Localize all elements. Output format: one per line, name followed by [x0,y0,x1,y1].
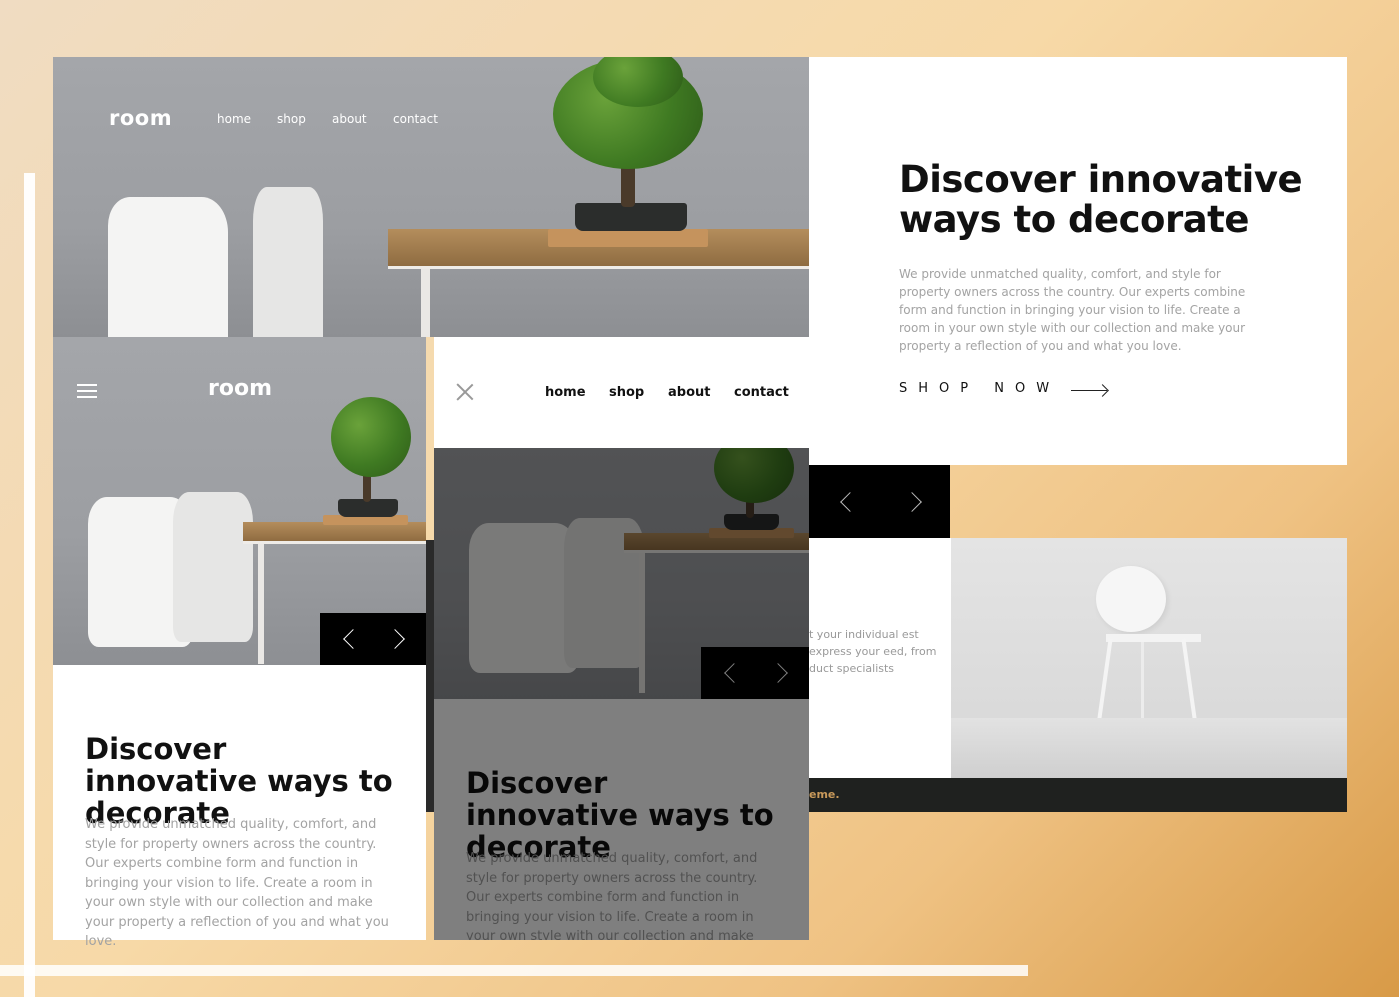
arrow-right-icon[interactable] [1071,390,1107,391]
menu-dim-overlay[interactable] [434,448,809,940]
desktop-hero-image [53,57,809,337]
mobile-logo[interactable]: room [208,376,272,401]
close-icon[interactable] [456,383,474,401]
decorative-horizontal-bar [0,965,1028,976]
menu-nav-home[interactable]: home [545,385,586,400]
desktop-nav-shop[interactable]: shop [277,112,306,126]
desktop-hero-panel [809,57,1347,465]
chevron-right-icon[interactable] [902,492,922,512]
menu-nav-shop[interactable]: shop [609,385,644,400]
desktop-about-text: t your individual est express your eed, … [789,626,949,677]
mobile-hero-description: We provide unmatched quality, comfort, a… [85,817,389,949]
desktop-slider-controls [809,465,950,538]
desktop-logo[interactable]: room [109,106,172,130]
menu-nav-about[interactable]: about [668,385,710,400]
desktop-hero-title: Discover innovative ways to decorate [899,158,1303,241]
desktop-nav-about[interactable]: about [332,112,367,126]
mobile-slider-controls [320,613,426,665]
desktop-dark-strip [426,540,434,812]
desktop-footer [809,778,1347,812]
chevron-left-icon[interactable] [343,629,363,649]
desktop-nav-home[interactable]: home [217,112,251,126]
chevron-left-icon[interactable] [840,492,860,512]
decorative-vertical-bar [24,173,35,997]
desktop-chair-image [951,538,1347,778]
desktop-nav-contact[interactable]: contact [393,112,438,126]
chevron-right-icon[interactable] [385,629,405,649]
hamburger-icon[interactable] [77,384,97,399]
menu-nav-contact[interactable]: contact [734,385,789,400]
desktop-hero-description: We provide unmatched quality, comfort, a… [899,267,1246,353]
shop-now-button[interactable]: SHOP NOW [899,381,1060,396]
desktop-about-fragment: t your individual est express your eed, … [809,628,937,675]
desktop-footer-text: eme. [809,788,840,801]
